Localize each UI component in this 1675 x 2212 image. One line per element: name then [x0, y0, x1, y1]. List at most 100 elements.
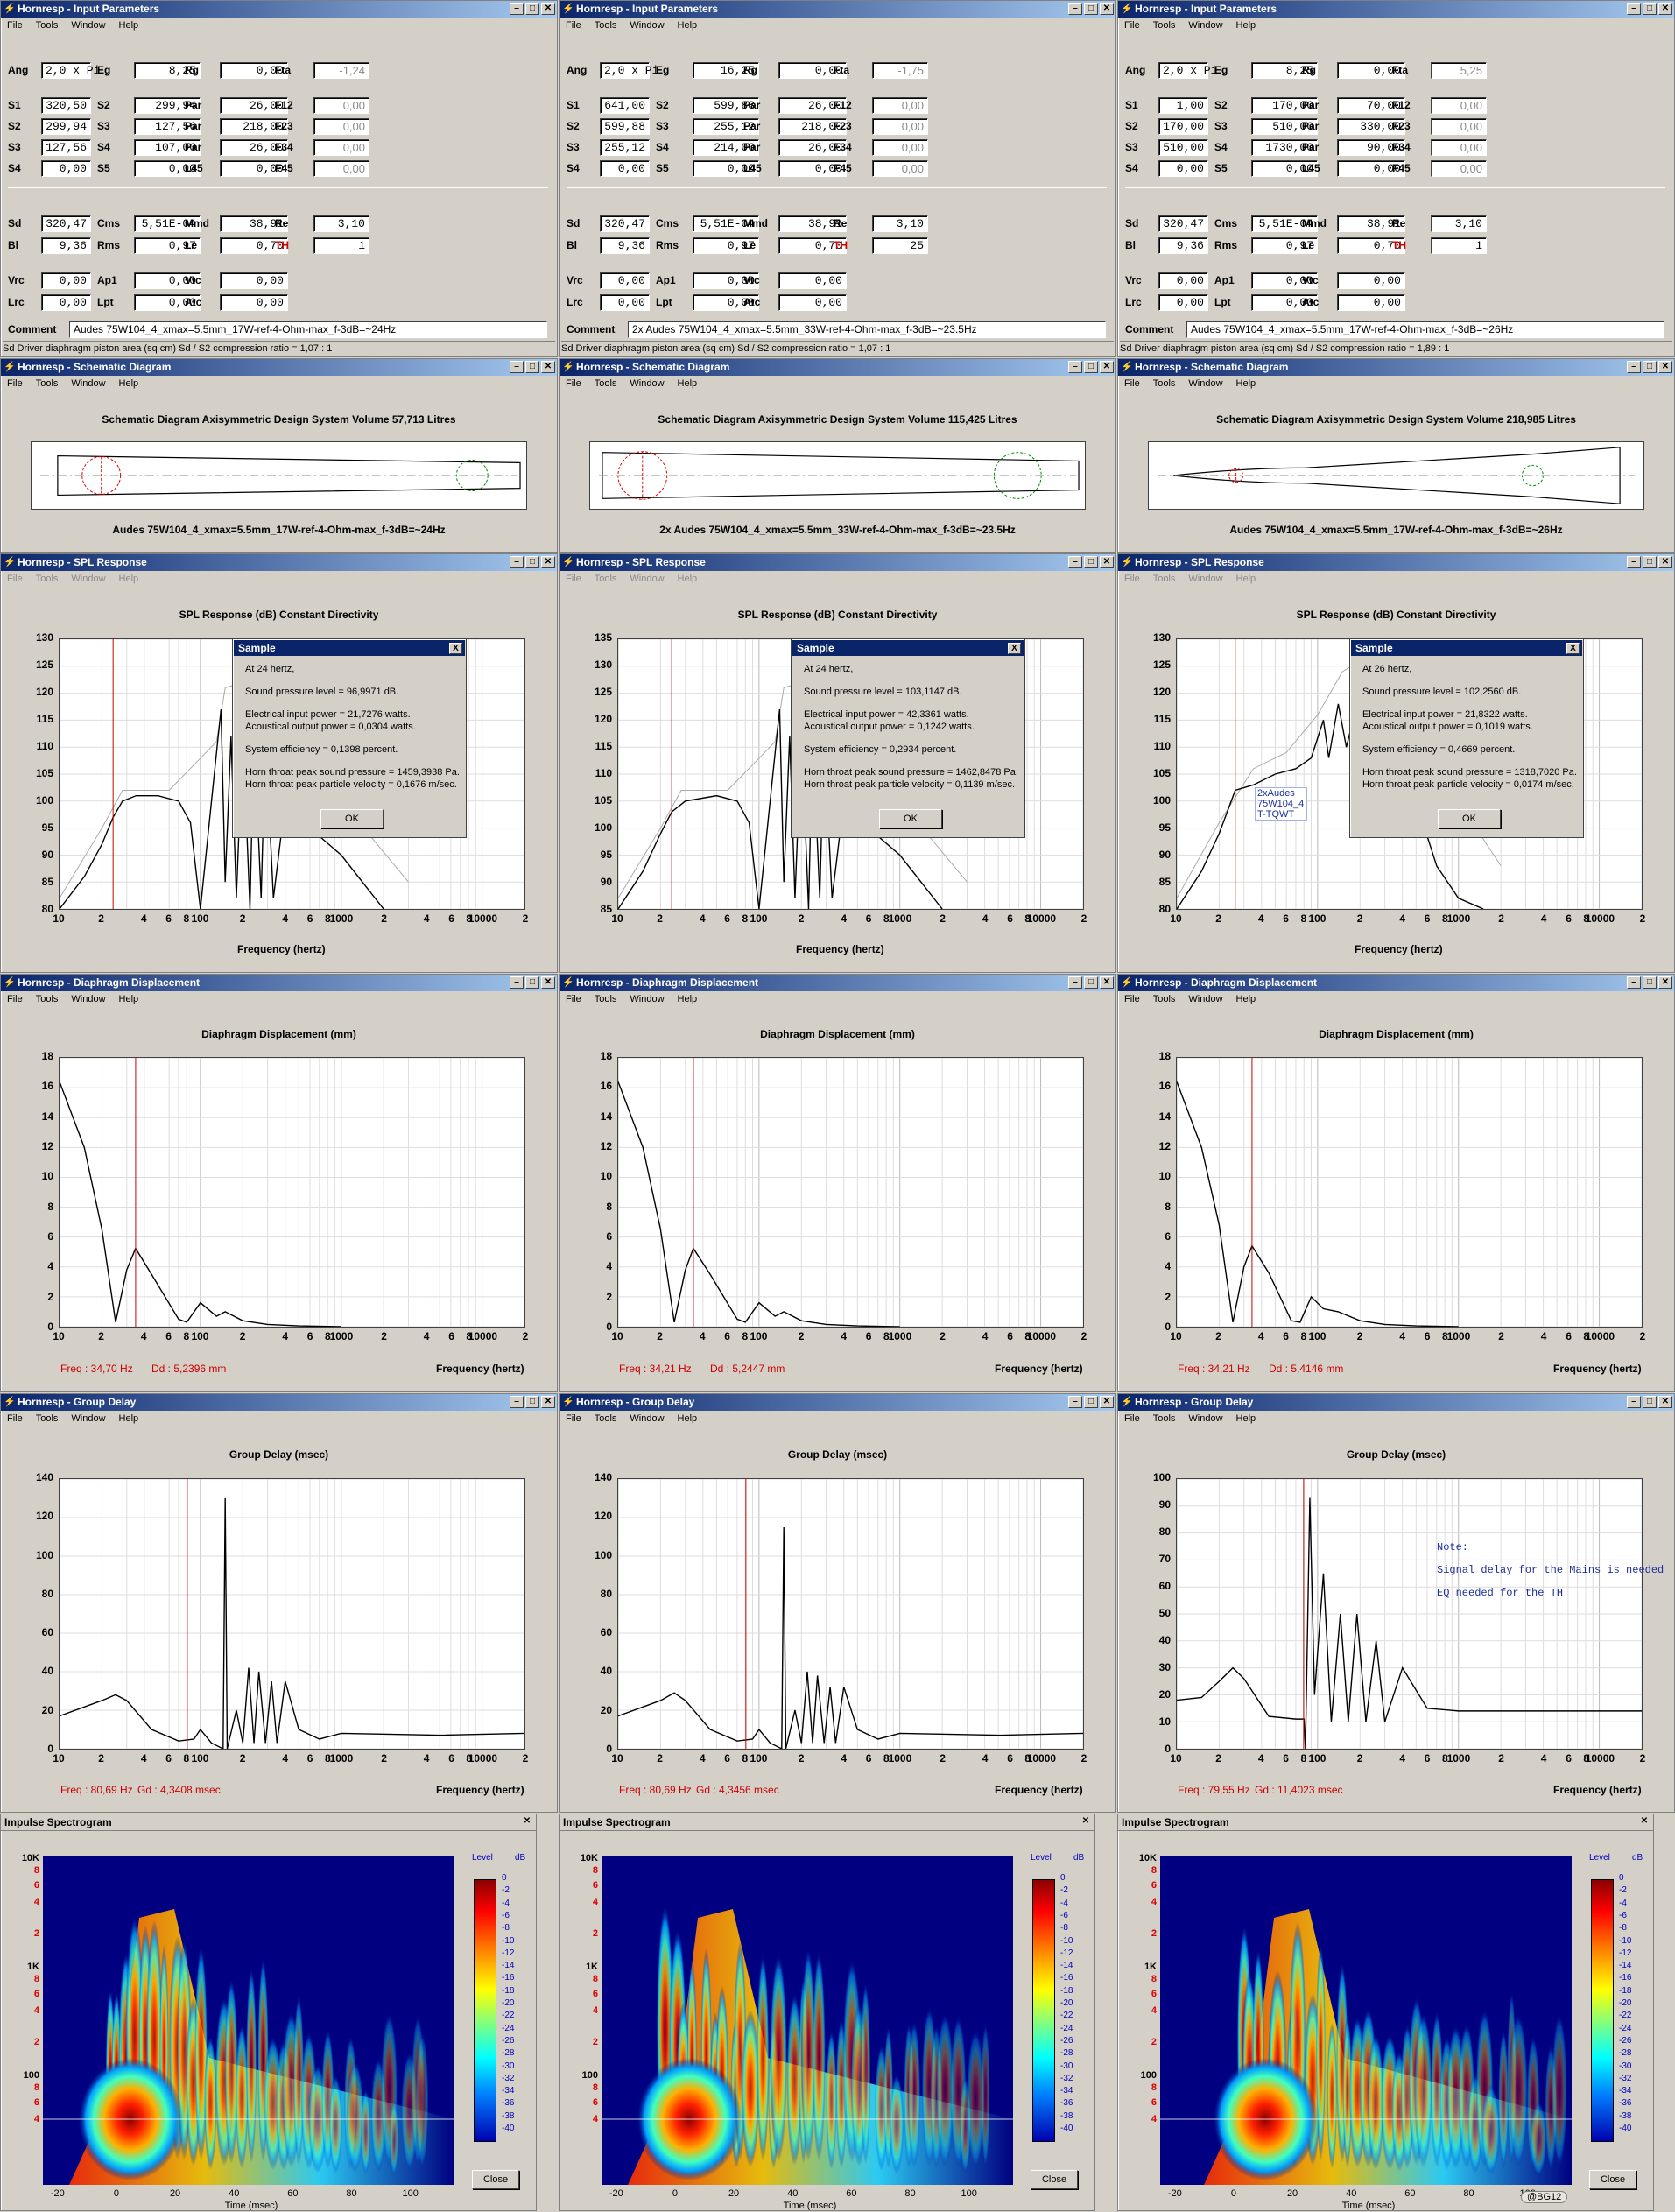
- menu-item-file[interactable]: File: [566, 574, 581, 584]
- spl-response-window-title-bar[interactable]: ⚡ Hornresp - SPL Response – □ ✕: [560, 554, 1115, 571]
- menu-item-tools[interactable]: Tools: [595, 1413, 617, 1424]
- menu-item-window[interactable]: Window: [1188, 378, 1222, 389]
- param-field-lrc[interactable]: 0,00: [41, 294, 91, 311]
- menu-item-tools[interactable]: Tools: [36, 1413, 59, 1424]
- menu-item-help[interactable]: Help: [678, 1413, 698, 1424]
- menu-item-tools[interactable]: Tools: [36, 20, 59, 31]
- param-field-f34[interactable]: 0,00: [313, 139, 369, 156]
- param-field-vtc[interactable]: 0,00: [220, 272, 288, 289]
- group-delay-window-title-bar[interactable]: ⚡ Hornresp - Group Delay – □ ✕: [1, 1394, 557, 1411]
- close-button[interactable]: ✕: [1100, 361, 1114, 373]
- param-field-s2[interactable]: 170,00: [1158, 118, 1208, 135]
- param-field-lrc[interactable]: 0,00: [600, 294, 650, 311]
- menu-item-help[interactable]: Help: [1236, 1413, 1256, 1424]
- menu-item-help[interactable]: Help: [1236, 378, 1256, 389]
- param-field-f45[interactable]: 0,00: [1431, 160, 1487, 177]
- param-field-f12[interactable]: 0,00: [313, 97, 369, 114]
- menu-item-tools[interactable]: Tools: [1153, 378, 1176, 389]
- param-field-fta[interactable]: -1,75: [872, 62, 928, 79]
- maximize-button[interactable]: □: [525, 3, 539, 15]
- diaphragm-displacement-window-title-bar[interactable]: ⚡ Hornresp - Diaphragm Displacement – □ ✕: [560, 975, 1115, 991]
- spl-response-window-title-bar[interactable]: ⚡ Hornresp - SPL Response – □ ✕: [1118, 554, 1674, 571]
- maximize-button[interactable]: □: [1084, 1396, 1098, 1408]
- menu-item-tools[interactable]: Tools: [1153, 994, 1176, 1004]
- param-field-f23[interactable]: 0,00: [872, 118, 928, 135]
- param-field-fta[interactable]: -1,24: [313, 62, 369, 79]
- menu-item-help[interactable]: Help: [1236, 574, 1256, 584]
- menu-item-window[interactable]: Window: [630, 378, 664, 389]
- param-field-s1[interactable]: 320,50: [41, 97, 91, 114]
- menu-item-file[interactable]: File: [1124, 994, 1140, 1004]
- param-field-atc[interactable]: 0,00: [1337, 294, 1405, 311]
- menu-item-tools[interactable]: Tools: [1153, 574, 1176, 584]
- menu-item-window[interactable]: Window: [71, 574, 105, 584]
- close-button[interactable]: ✕: [1658, 361, 1672, 373]
- group-delay-window-title-bar[interactable]: ⚡ Hornresp - Group Delay – □ ✕: [560, 1394, 1115, 1411]
- ok-button[interactable]: OK: [320, 809, 384, 828]
- param-field-th[interactable]: 25: [872, 237, 928, 254]
- menu-item-file[interactable]: File: [7, 574, 23, 584]
- menu-item-tools[interactable]: Tools: [595, 574, 617, 584]
- close-button[interactable]: ✕: [1658, 976, 1672, 989]
- param-field-atc[interactable]: 0,00: [220, 294, 288, 311]
- minimize-button[interactable]: –: [510, 361, 524, 373]
- menu-item-file[interactable]: File: [1124, 378, 1140, 389]
- menu-item-window[interactable]: Window: [1188, 994, 1222, 1004]
- dialog-close-button[interactable]: X: [449, 643, 462, 654]
- close-icon[interactable]: ✕: [1637, 1816, 1651, 1828]
- close-button[interactable]: ✕: [1100, 1396, 1114, 1408]
- menu-item-tools[interactable]: Tools: [595, 994, 617, 1004]
- minimize-button[interactable]: –: [1627, 976, 1641, 989]
- menu-item-window[interactable]: Window: [71, 20, 105, 31]
- minimize-button[interactable]: –: [1627, 556, 1641, 568]
- menu-item-help[interactable]: Help: [119, 574, 139, 584]
- menu-item-file[interactable]: File: [7, 378, 23, 389]
- maximize-button[interactable]: □: [525, 556, 539, 568]
- group-delay-window-title-bar[interactable]: ⚡ Hornresp - Group Delay – □ ✕: [1118, 1394, 1674, 1411]
- menu-item-file[interactable]: File: [566, 994, 581, 1004]
- maximize-button[interactable]: □: [525, 1396, 539, 1408]
- menu-item-window[interactable]: Window: [1188, 574, 1222, 584]
- input-parameters-window-title-bar[interactable]: ⚡ Hornresp - Input Parameters – □ ✕: [1118, 1, 1674, 18]
- menu-item-window[interactable]: Window: [630, 20, 664, 31]
- comment-field[interactable]: 2x Audes 75W104_4_xmax=5.5mm_33W-ref-4-O…: [628, 321, 1106, 338]
- impulse-spectrogram-window-title-bar[interactable]: Impulse Spectrogram ✕: [560, 1814, 1094, 1831]
- param-field-f12[interactable]: 0,00: [872, 97, 928, 114]
- menu-item-help[interactable]: Help: [678, 378, 698, 389]
- param-field-s4[interactable]: 0,00: [1158, 160, 1208, 177]
- close-button[interactable]: ✕: [541, 976, 555, 989]
- minimize-button[interactable]: –: [1068, 361, 1082, 373]
- maximize-button[interactable]: □: [1643, 556, 1657, 568]
- menu-item-file[interactable]: File: [1124, 1413, 1140, 1424]
- menu-item-help[interactable]: Help: [1236, 994, 1256, 1004]
- close-button[interactable]: Close: [1589, 2170, 1636, 2189]
- close-button[interactable]: ✕: [1658, 1396, 1672, 1408]
- menu-item-file[interactable]: File: [566, 20, 581, 31]
- menu-item-window[interactable]: Window: [630, 574, 664, 584]
- ok-button[interactable]: OK: [879, 809, 942, 828]
- param-field-f34[interactable]: 0,00: [1431, 139, 1487, 156]
- param-field-vtc[interactable]: 0,00: [1337, 272, 1405, 289]
- spl-response-window-title-bar[interactable]: ⚡ Hornresp - SPL Response – □ ✕: [1, 554, 557, 571]
- minimize-button[interactable]: –: [1068, 3, 1082, 15]
- menu-item-tools[interactable]: Tools: [36, 378, 59, 389]
- param-field-sd[interactable]: 320,47: [600, 215, 650, 232]
- maximize-button[interactable]: □: [1643, 3, 1657, 15]
- schematic-diagram-window-title-bar[interactable]: ⚡ Hornresp - Schematic Diagram – □ ✕: [1, 359, 557, 376]
- param-field-atc[interactable]: 0,00: [778, 294, 847, 311]
- ok-button[interactable]: OK: [1438, 809, 1501, 828]
- close-button[interactable]: ✕: [1658, 3, 1672, 15]
- maximize-button[interactable]: □: [1084, 361, 1098, 373]
- param-field-fta[interactable]: 5,25: [1431, 62, 1487, 79]
- minimize-button[interactable]: –: [510, 556, 524, 568]
- param-field-f45[interactable]: 0,00: [313, 160, 369, 177]
- diaphragm-displacement-window-title-bar[interactable]: ⚡ Hornresp - Diaphragm Displacement – □ ✕: [1118, 975, 1674, 991]
- menu-item-help[interactable]: Help: [678, 20, 698, 31]
- param-field-s3[interactable]: 255,12: [600, 139, 650, 156]
- impulse-spectrogram-window-title-bar[interactable]: Impulse Spectrogram ✕: [1118, 1814, 1653, 1831]
- menu-item-help[interactable]: Help: [678, 994, 698, 1004]
- menu-item-tools[interactable]: Tools: [595, 378, 617, 389]
- menu-item-file[interactable]: File: [7, 994, 23, 1004]
- param-field-bl[interactable]: 9,36: [41, 237, 91, 254]
- comment-field[interactable]: Audes 75W104_4_xmax=5.5mm_17W-ref-4-Ohm-…: [1186, 321, 1664, 338]
